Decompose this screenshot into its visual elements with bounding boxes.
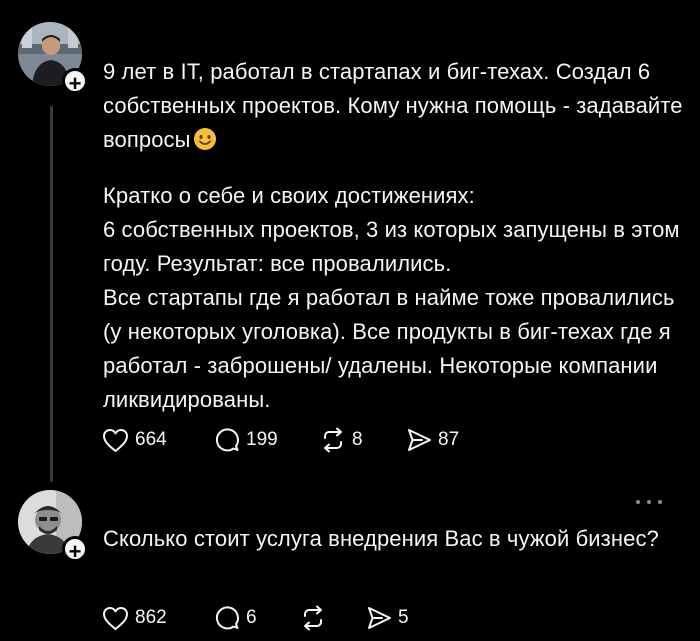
- shares-count: 5: [398, 607, 409, 628]
- repost-icon: [304, 605, 322, 631]
- heart-icon: [103, 428, 128, 452]
- thread-line: [50, 106, 53, 482]
- more-options-button[interactable]: [636, 496, 662, 508]
- repost-button[interactable]: [300, 605, 366, 631]
- author-avatar[interactable]: +: [18, 22, 88, 96]
- post-text: Сколько стоит услуга внедрения Вас в чуж…: [103, 522, 683, 556]
- post-paragraph-2: Кратко о себе и своих достижениях:: [103, 183, 475, 208]
- comments-count: 6: [246, 607, 257, 628]
- post-paragraph-1: Сколько стоит услуга внедрения Вас в чуж…: [103, 526, 659, 551]
- repost-icon: [324, 427, 342, 453]
- repost-button[interactable]: 8: [320, 427, 406, 453]
- comments-count: 199: [246, 429, 278, 450]
- share-button[interactable]: 5: [366, 606, 409, 630]
- author-avatar[interactable]: +: [18, 490, 88, 564]
- post-actions: 862 6 5: [102, 603, 409, 633]
- smiling-face-emoji-icon: [193, 127, 217, 151]
- follow-button[interactable]: +: [62, 536, 88, 564]
- shares-count: 87: [438, 429, 460, 450]
- share-button[interactable]: 87: [406, 428, 459, 452]
- send-icon: [408, 429, 431, 451]
- reposts-count: 8: [352, 429, 363, 450]
- likes-count: 862: [135, 607, 167, 628]
- post-paragraph-3: 6 собственных проектов, 3 из которых зап…: [103, 217, 680, 276]
- like-button[interactable]: 664: [102, 428, 214, 453]
- more-dot: [636, 500, 640, 504]
- comment-button[interactable]: 6: [214, 605, 300, 631]
- post-text: 9 лет в IT, работал в стартапах и биг-те…: [103, 55, 683, 417]
- post-actions: 664 199 8 87: [102, 425, 459, 455]
- post-paragraph-1: 9 лет в IT, работал в стартапах и биг-те…: [103, 59, 683, 152]
- more-dot: [658, 500, 662, 504]
- likes-count: 664: [135, 429, 167, 450]
- post-paragraph-4: Все стартапы где я работал в найме тоже …: [103, 285, 675, 412]
- more-dot: [647, 500, 651, 504]
- comment-bubble-icon: [215, 428, 239, 452]
- like-button[interactable]: 862: [102, 606, 214, 631]
- follow-button[interactable]: +: [62, 68, 88, 96]
- comment-button[interactable]: 199: [214, 427, 320, 453]
- comment-bubble-icon: [215, 606, 239, 630]
- send-icon: [368, 607, 391, 629]
- heart-icon: [103, 606, 128, 630]
